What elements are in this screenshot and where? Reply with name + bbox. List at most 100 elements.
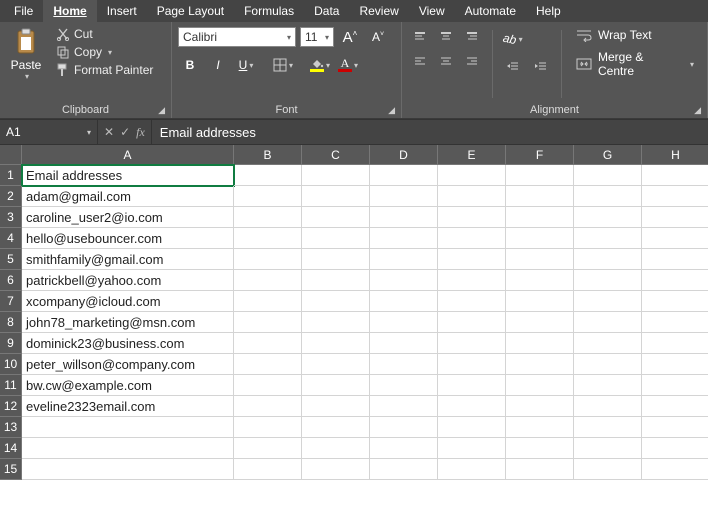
cell-E1[interactable] xyxy=(438,165,506,186)
cell-C10[interactable] xyxy=(302,354,370,375)
cell-H7[interactable] xyxy=(642,291,708,312)
cell-B12[interactable] xyxy=(234,396,302,417)
cell-G5[interactable] xyxy=(574,249,642,270)
row-header-5[interactable]: 5 xyxy=(0,249,22,270)
increase-indent-button[interactable] xyxy=(529,56,553,78)
cell-G13[interactable] xyxy=(574,417,642,438)
cell-C4[interactable] xyxy=(302,228,370,249)
cell-C1[interactable] xyxy=(302,165,370,186)
cell-A5[interactable]: smithfamily@gmail.com xyxy=(22,249,234,270)
dialog-launcher-icon[interactable]: ◢ xyxy=(158,105,165,116)
cell-B8[interactable] xyxy=(234,312,302,333)
cell-H15[interactable] xyxy=(642,459,708,480)
cell-G3[interactable] xyxy=(574,207,642,228)
cell-G11[interactable] xyxy=(574,375,642,396)
select-all-corner[interactable] xyxy=(0,145,22,165)
align-center-button[interactable] xyxy=(434,50,458,72)
cell-A1[interactable]: Email addresses xyxy=(22,165,234,186)
format-painter-button[interactable]: Format Painter xyxy=(52,62,157,78)
cell-A4[interactable]: hello@usebouncer.com xyxy=(22,228,234,249)
menu-item-help[interactable]: Help xyxy=(526,0,571,22)
cell-H1[interactable] xyxy=(642,165,708,186)
cell-H3[interactable] xyxy=(642,207,708,228)
cell-H12[interactable] xyxy=(642,396,708,417)
cell-D8[interactable] xyxy=(370,312,438,333)
row-header-10[interactable]: 10 xyxy=(0,354,22,375)
borders-button[interactable]: ▾ xyxy=(271,54,295,76)
cell-E7[interactable] xyxy=(438,291,506,312)
cut-button[interactable]: Cut xyxy=(52,26,157,42)
cell-D2[interactable] xyxy=(370,186,438,207)
cell-C5[interactable] xyxy=(302,249,370,270)
cell-G12[interactable] xyxy=(574,396,642,417)
cell-A8[interactable]: john78_marketing@msn.com xyxy=(22,312,234,333)
row-header-13[interactable]: 13 xyxy=(0,417,22,438)
col-header-H[interactable]: H xyxy=(642,145,708,165)
cell-F7[interactable] xyxy=(506,291,574,312)
align-top-center-button[interactable] xyxy=(434,26,458,48)
cell-H8[interactable] xyxy=(642,312,708,333)
menu-item-formulas[interactable]: Formulas xyxy=(234,0,304,22)
cell-B3[interactable] xyxy=(234,207,302,228)
cell-H11[interactable] xyxy=(642,375,708,396)
decrease-indent-button[interactable] xyxy=(501,56,525,78)
font-color-button[interactable]: A ▾ xyxy=(336,54,360,76)
cell-F9[interactable] xyxy=(506,333,574,354)
cell-H10[interactable] xyxy=(642,354,708,375)
cell-F14[interactable] xyxy=(506,438,574,459)
cell-H13[interactable] xyxy=(642,417,708,438)
cell-B1[interactable] xyxy=(234,165,302,186)
cell-H4[interactable] xyxy=(642,228,708,249)
font-name-select[interactable]: Calibri ▾ xyxy=(178,27,296,47)
cell-A12[interactable]: eveline2323email.com xyxy=(22,396,234,417)
cell-A7[interactable]: xcompany@icloud.com xyxy=(22,291,234,312)
cell-F13[interactable] xyxy=(506,417,574,438)
cell-D12[interactable] xyxy=(370,396,438,417)
cell-B13[interactable] xyxy=(234,417,302,438)
cell-D13[interactable] xyxy=(370,417,438,438)
paste-button[interactable]: Paste ▾ xyxy=(6,26,46,102)
cell-B14[interactable] xyxy=(234,438,302,459)
cell-H5[interactable] xyxy=(642,249,708,270)
row-header-11[interactable]: 11 xyxy=(0,375,22,396)
cell-D5[interactable] xyxy=(370,249,438,270)
cell-A6[interactable]: patrickbell@yahoo.com xyxy=(22,270,234,291)
cell-C15[interactable] xyxy=(302,459,370,480)
cell-E10[interactable] xyxy=(438,354,506,375)
cell-C7[interactable] xyxy=(302,291,370,312)
bold-button[interactable]: B xyxy=(178,54,202,76)
row-header-15[interactable]: 15 xyxy=(0,459,22,480)
cell-F11[interactable] xyxy=(506,375,574,396)
cell-F4[interactable] xyxy=(506,228,574,249)
cell-F8[interactable] xyxy=(506,312,574,333)
cell-D9[interactable] xyxy=(370,333,438,354)
align-top-right-button[interactable] xyxy=(460,26,484,48)
cell-D4[interactable] xyxy=(370,228,438,249)
cell-G1[interactable] xyxy=(574,165,642,186)
col-header-A[interactable]: A xyxy=(22,145,234,165)
cell-G9[interactable] xyxy=(574,333,642,354)
menu-item-file[interactable]: File xyxy=(4,0,43,22)
cell-H9[interactable] xyxy=(642,333,708,354)
cell-E6[interactable] xyxy=(438,270,506,291)
row-header-3[interactable]: 3 xyxy=(0,207,22,228)
menu-item-page-layout[interactable]: Page Layout xyxy=(147,0,234,22)
cell-G6[interactable] xyxy=(574,270,642,291)
increase-font-button[interactable]: A˄ xyxy=(338,26,362,48)
cell-B6[interactable] xyxy=(234,270,302,291)
cell-E13[interactable] xyxy=(438,417,506,438)
cell-E8[interactable] xyxy=(438,312,506,333)
cell-E4[interactable] xyxy=(438,228,506,249)
align-top-left-button[interactable] xyxy=(408,26,432,48)
cell-F2[interactable] xyxy=(506,186,574,207)
col-header-G[interactable]: G xyxy=(574,145,642,165)
cell-D7[interactable] xyxy=(370,291,438,312)
menu-item-data[interactable]: Data xyxy=(304,0,349,22)
cell-E9[interactable] xyxy=(438,333,506,354)
cell-E5[interactable] xyxy=(438,249,506,270)
cell-D15[interactable] xyxy=(370,459,438,480)
cell-A13[interactable] xyxy=(22,417,234,438)
cell-B7[interactable] xyxy=(234,291,302,312)
cell-D3[interactable] xyxy=(370,207,438,228)
cell-E2[interactable] xyxy=(438,186,506,207)
